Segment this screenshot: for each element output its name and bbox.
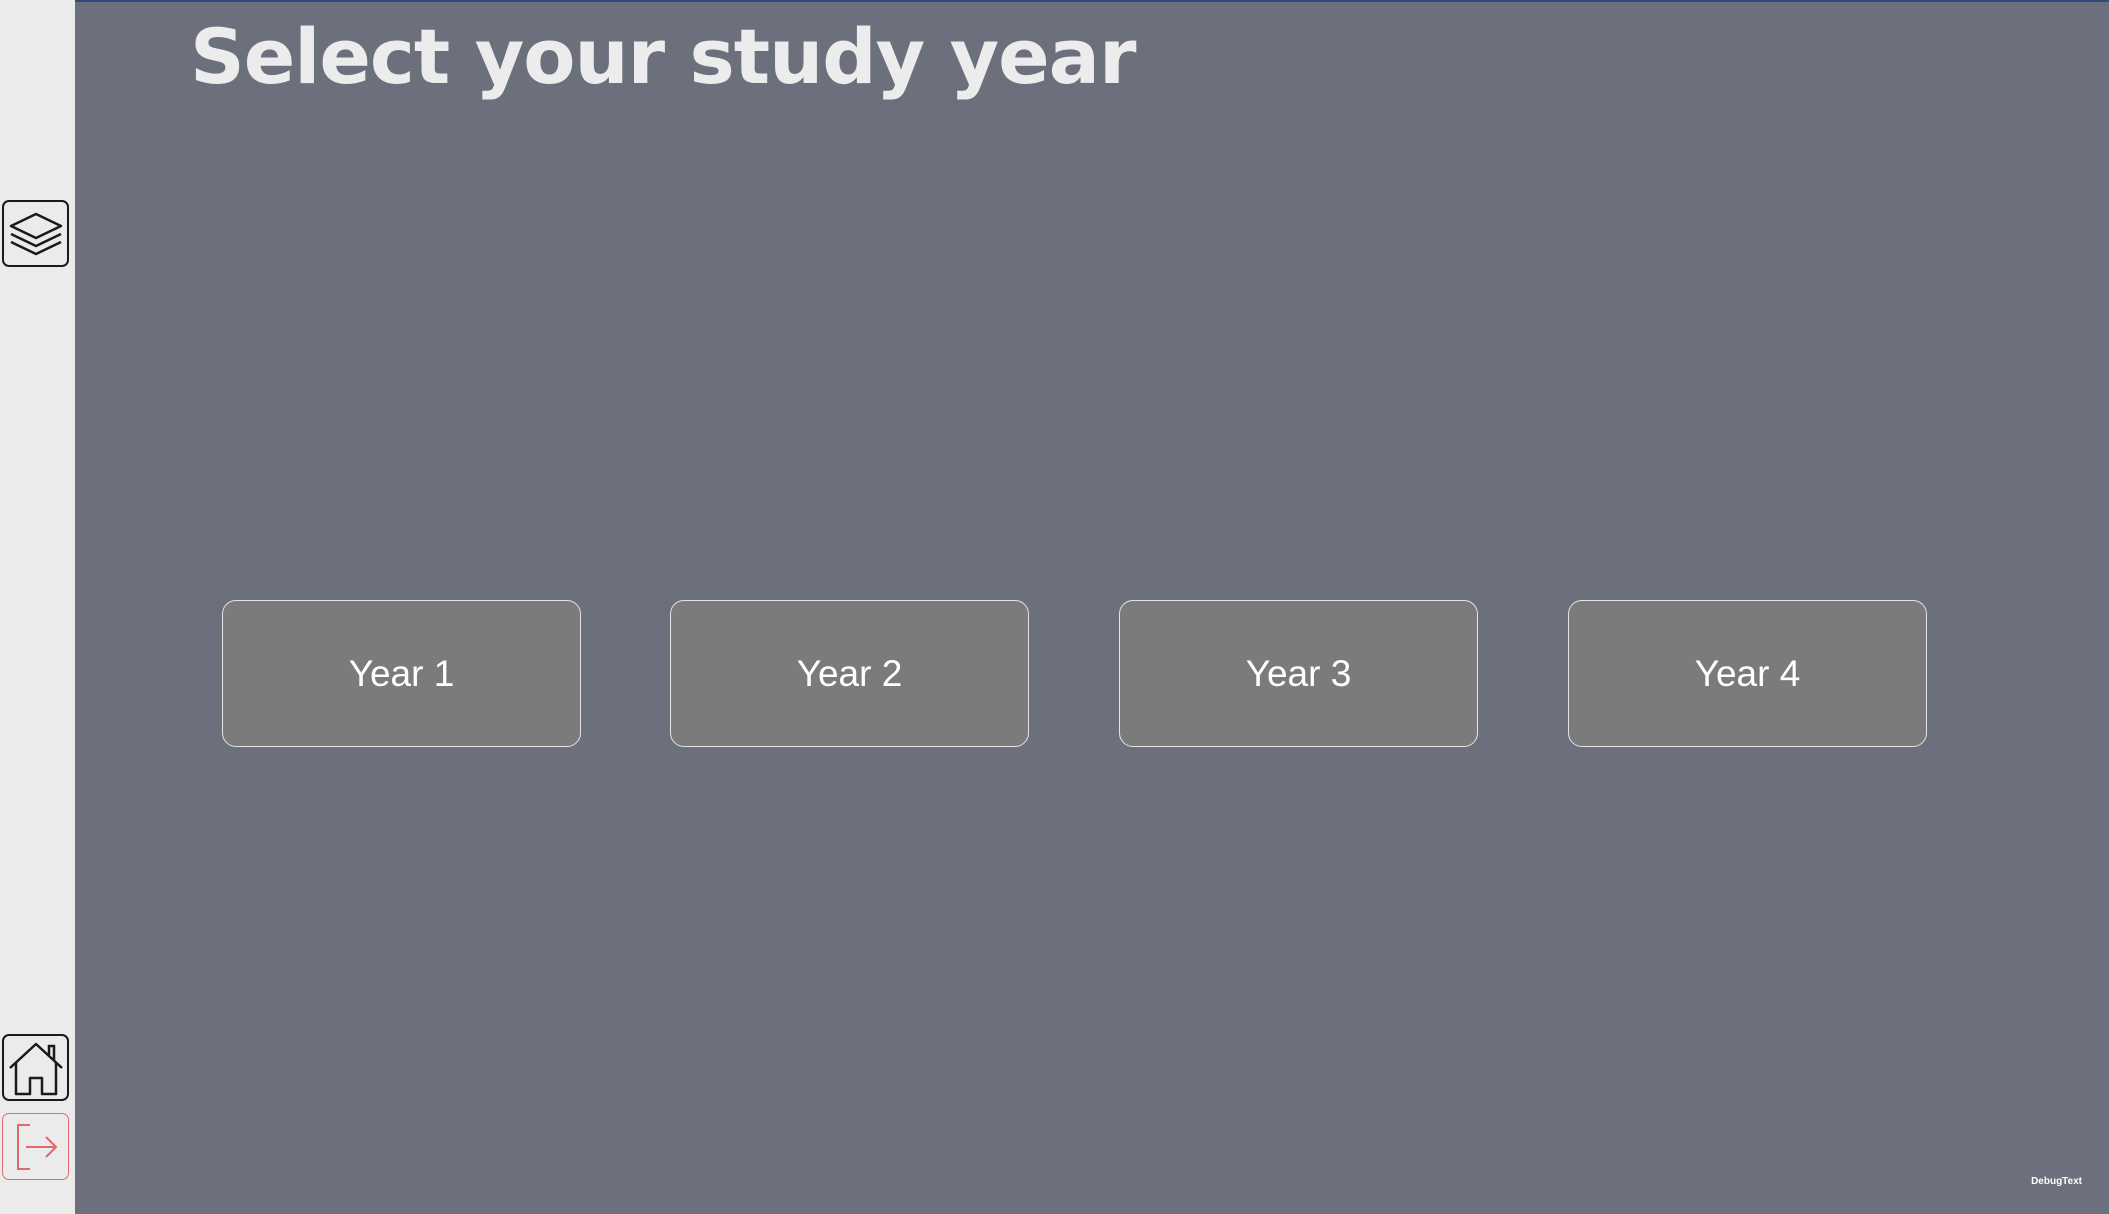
page-title: Select your study year: [190, 12, 1136, 101]
app-root: Select your study year Year 1 Year 2 Yea…: [0, 0, 2109, 1214]
home-icon: [8, 1042, 63, 1095]
debug-text: DebugText: [2031, 1176, 2082, 1187]
logout-icon: [16, 1123, 57, 1170]
year-4-button[interactable]: Year 4: [1568, 600, 1927, 747]
sidebar: [0, 0, 75, 1214]
logout-button[interactable]: [2, 1113, 69, 1180]
year-1-button[interactable]: Year 1: [222, 600, 581, 747]
layers-icon: [9, 212, 62, 255]
year-3-button[interactable]: Year 3: [1119, 600, 1478, 747]
layers-button[interactable]: [2, 200, 69, 267]
year-2-button[interactable]: Year 2: [670, 600, 1029, 747]
top-accent-line: [75, 0, 2109, 2]
home-button[interactable]: [2, 1034, 69, 1101]
